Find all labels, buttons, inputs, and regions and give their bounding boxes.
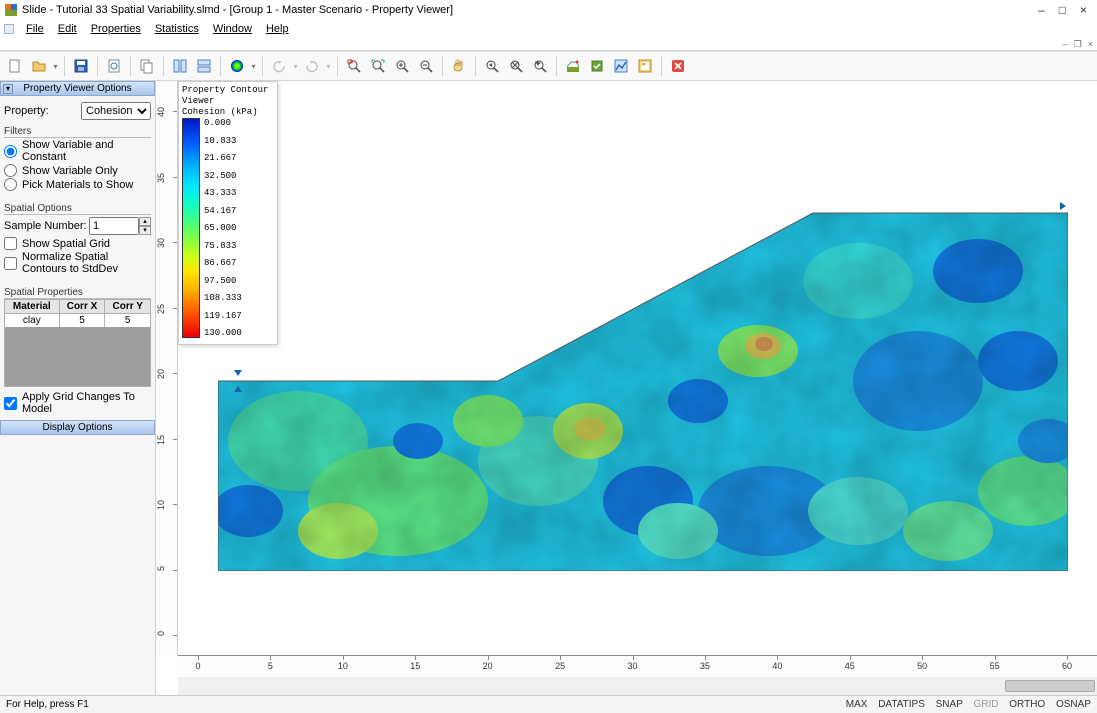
pan-button[interactable] <box>448 55 470 77</box>
tile-horizontal-button[interactable] <box>193 55 215 77</box>
show-spatial-grid-checkbox[interactable] <box>4 237 17 250</box>
ruler-horizontal: 051015202530354045505560 <box>178 655 1097 677</box>
filter-variable-constant[interactable] <box>4 145 17 158</box>
status-datatips[interactable]: DATATIPS <box>878 699 925 710</box>
redo-dropdown[interactable]: ▾ <box>325 62 332 71</box>
zoom-realtime-button[interactable] <box>505 55 527 77</box>
spatial-properties-table[interactable]: MaterialCorr XCorr Y clay55 <box>4 299 151 328</box>
legend-title-1: Property Contour Viewer <box>182 85 274 107</box>
close-button[interactable]: × <box>1080 3 1087 17</box>
menu-help[interactable]: Help <box>260 23 295 35</box>
status-osnap[interactable]: OSNAP <box>1056 699 1091 710</box>
scrollbar-thumb[interactable] <box>1005 680 1095 692</box>
spin-down[interactable]: ▾ <box>139 226 151 235</box>
display-options-header[interactable]: Display Options <box>0 420 155 435</box>
panel-title: Display Options <box>42 422 112 433</box>
window-controls: – □ × <box>1038 3 1093 17</box>
cancel-button[interactable] <box>667 55 689 77</box>
new-file-button[interactable] <box>4 55 26 77</box>
status-grid[interactable]: GRID <box>973 699 998 710</box>
table-row: clay55 <box>5 314 151 328</box>
ruler-vertical: 0510152025303540 <box>156 81 178 655</box>
spin-up[interactable]: ▴ <box>139 217 151 226</box>
open-file-button[interactable] <box>28 55 50 77</box>
scrollbar-horizontal[interactable] <box>178 677 1097 695</box>
property-select[interactable]: Cohesion <box>81 102 151 120</box>
status-max[interactable]: MAX <box>846 699 868 710</box>
project-settings-button[interactable] <box>562 55 584 77</box>
table-empty-area <box>4 327 151 387</box>
menu-statistics[interactable]: Statistics <box>149 23 205 35</box>
contour-plot <box>218 181 1068 571</box>
maximize-button[interactable]: □ <box>1059 3 1066 17</box>
menu-edit[interactable]: Edit <box>52 23 83 35</box>
info-viewer-button[interactable] <box>634 55 656 77</box>
redo-button[interactable] <box>301 55 323 77</box>
menu-window[interactable]: Window <box>207 23 258 35</box>
apply-grid-checkbox[interactable] <box>4 397 17 410</box>
menubar: File Edit Properties Statistics Window H… <box>0 20 1097 38</box>
interpret-button[interactable] <box>610 55 632 77</box>
toolbar: ▾ ▾ ▾ ▾ <box>0 51 1097 81</box>
compute-button[interactable] <box>586 55 608 77</box>
legend-title-2: Cohesion (kPa) <box>182 107 274 118</box>
undo-dropdown[interactable]: ▾ <box>292 62 299 71</box>
app-icon <box>4 3 18 17</box>
zoom-select-button[interactable] <box>529 55 551 77</box>
status-help-text: For Help, press F1 <box>6 699 838 710</box>
undo-button[interactable] <box>268 55 290 77</box>
collapse-icon[interactable]: ▾ <box>3 84 13 94</box>
mdi-minimize-button[interactable]: – <box>1063 39 1068 49</box>
menu-properties[interactable]: Properties <box>85 23 147 35</box>
main-content: ▾ Property Viewer Options Property: Cohe… <box>0 81 1097 695</box>
window-title: Slide - Tutorial 33 Spatial Variability.… <box>18 4 1038 16</box>
menu-file[interactable]: File <box>20 23 50 35</box>
tile-vertical-button[interactable] <box>169 55 191 77</box>
zoom-previous-button[interactable] <box>481 55 503 77</box>
status-snap[interactable]: SNAP <box>936 699 963 710</box>
filters-label: Filters <box>4 126 151 138</box>
plot-area[interactable]: Property Contour Viewer Cohesion (kPa) 0… <box>178 81 1097 655</box>
contour-options-button[interactable] <box>226 55 248 77</box>
property-viewer-options-header[interactable]: ▾ Property Viewer Options <box>0 81 155 96</box>
status-ortho[interactable]: ORTHO <box>1009 699 1045 710</box>
mdi-close-button[interactable]: × <box>1088 39 1093 49</box>
zoom-extents-button[interactable] <box>367 55 389 77</box>
zoom-window-button[interactable] <box>343 55 365 77</box>
viewport[interactable]: 0510152025303540 Property Contour Viewer… <box>156 81 1097 695</box>
save-button[interactable] <box>70 55 92 77</box>
zoom-out-button[interactable] <box>415 55 437 77</box>
status-bar: For Help, press F1 MAX DATATIPS SNAP GRI… <box>0 695 1097 713</box>
sidebar: ▾ Property Viewer Options Property: Cohe… <box>0 81 156 695</box>
legend-gradient <box>182 118 200 338</box>
open-dropdown[interactable]: ▾ <box>52 62 59 71</box>
filter-pick-materials[interactable] <box>4 178 17 191</box>
sample-number-label: Sample Number: <box>4 220 89 232</box>
contour-dropdown[interactable]: ▾ <box>250 62 257 71</box>
filter-variable-only[interactable] <box>4 164 17 177</box>
zoom-in-button[interactable] <box>391 55 413 77</box>
sample-number-input[interactable] <box>89 217 139 235</box>
mdi-system-icon[interactable] <box>4 24 14 34</box>
panel-title: Property Viewer Options <box>23 83 131 94</box>
mdi-controls: – ❐ × <box>0 38 1097 51</box>
mdi-restore-button[interactable]: ❐ <box>1074 39 1082 50</box>
spatial-properties-label: Spatial Properties <box>4 287 151 299</box>
print-preview-button[interactable] <box>103 55 125 77</box>
property-label: Property: <box>4 105 81 117</box>
minimize-button[interactable]: – <box>1038 3 1045 17</box>
window-titlebar: Slide - Tutorial 33 Spatial Variability.… <box>0 0 1097 20</box>
spatial-options-label: Spatial Options <box>4 203 151 215</box>
normalize-contours-checkbox[interactable] <box>4 257 17 270</box>
copy-button[interactable] <box>136 55 158 77</box>
status-toggles: MAX DATATIPS SNAP GRID ORTHO OSNAP <box>838 699 1091 710</box>
